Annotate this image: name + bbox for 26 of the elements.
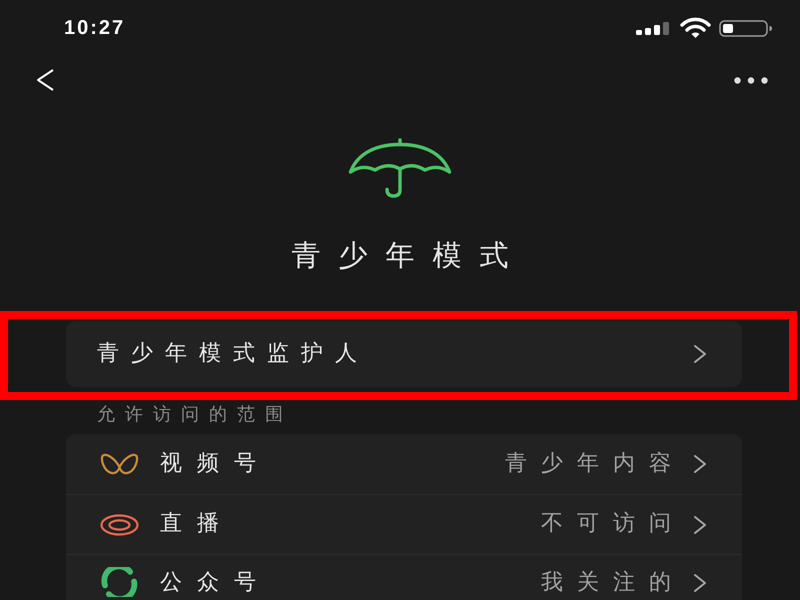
wifi-icon [680, 17, 711, 39]
item-value: 我关注的 [541, 570, 685, 596]
item-label: 公众号 [160, 570, 271, 596]
back-icon[interactable] [36, 69, 55, 91]
list-item[interactable]: 公众号 我关注的 [66, 554, 742, 600]
page-title: 青少年模式 [292, 237, 526, 274]
battery-icon [719, 20, 773, 36]
swirl-icon [100, 567, 139, 597]
chevron-right-icon [693, 573, 707, 593]
list-item[interactable]: 视频号 青少年内容 [66, 434, 742, 494]
item-value: 不可访问 [541, 511, 685, 538]
umbrella-icon [348, 138, 452, 198]
list-item[interactable]: 直播 不可访问 [66, 494, 742, 554]
item-label: 视频号 [160, 450, 271, 478]
rings-icon [100, 514, 139, 536]
chevron-right-icon [693, 454, 707, 474]
item-value: 青少年内容 [505, 450, 685, 478]
chevron-right-icon [693, 344, 707, 364]
guardian-row[interactable]: 青少年模式监护人 [66, 321, 742, 387]
signal-icon [636, 22, 672, 34]
status-time: 10:27 [64, 18, 126, 38]
chevron-right-icon [693, 514, 707, 534]
section-heading: 允许访问的范围 [97, 403, 293, 427]
butterfly-icon [100, 453, 139, 475]
item-label: 直播 [160, 511, 234, 538]
more-options-icon[interactable] [734, 76, 768, 84]
